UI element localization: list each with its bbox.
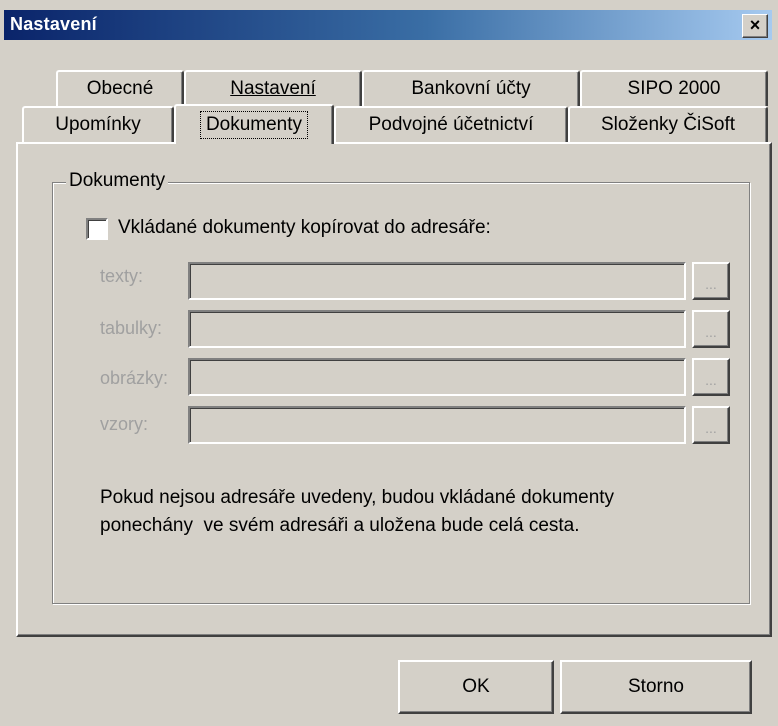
- ellipsis-icon: ...: [705, 372, 717, 388]
- title-bar: Nastavení ×: [4, 10, 772, 40]
- tab-upominky[interactable]: Upomínky: [22, 106, 174, 142]
- close-button[interactable]: ×: [742, 14, 768, 38]
- texts-folder-label: texty:: [100, 266, 144, 286]
- cancel-label: Storno: [628, 676, 684, 697]
- ok-button[interactable]: OK: [398, 660, 554, 714]
- tab-dokumenty[interactable]: Dokumenty: [174, 104, 334, 144]
- tab-label: Složenky ČiSoft: [600, 114, 736, 135]
- templates-folder-label: vzory:: [100, 414, 149, 434]
- images-folder-label: obrázky:: [100, 368, 169, 388]
- close-icon: ×: [749, 15, 761, 35]
- tab-label: Podvojné účetnictví: [368, 114, 534, 135]
- images-browse-button[interactable]: ...: [692, 358, 730, 396]
- tab-podvojne-ucetnictvi[interactable]: Podvojné účetnictví: [334, 106, 568, 142]
- templates-folder-input[interactable]: [188, 406, 686, 444]
- tab-slozenky-cisoft[interactable]: Složenky ČiSoft: [568, 106, 768, 142]
- tab-label: Nastavení: [230, 78, 316, 99]
- tab-nastaveni[interactable]: Nastavení: [184, 70, 362, 106]
- tables-browse-button[interactable]: ...: [692, 310, 730, 348]
- tab-sipo-2000[interactable]: SIPO 2000: [580, 70, 768, 106]
- tab-label: Bankovní účty: [411, 78, 531, 99]
- texts-folder-input[interactable]: [188, 262, 686, 300]
- tab-bankovni-ucty[interactable]: Bankovní účty: [362, 70, 580, 106]
- ellipsis-icon: ...: [705, 276, 717, 292]
- templates-browse-button[interactable]: ...: [692, 406, 730, 444]
- window-title: Nastavení: [10, 14, 97, 34]
- info-line: Pokud nejsou adresáře uvedeny, budou vkl…: [100, 487, 615, 508]
- tables-folder-input[interactable]: [188, 310, 686, 348]
- info-line: ponechány ve svém adresáři a uložena bud…: [100, 515, 580, 536]
- texts-browse-button[interactable]: ...: [692, 262, 730, 300]
- ellipsis-icon: ...: [705, 324, 717, 340]
- tab-obecne[interactable]: Obecné: [56, 70, 184, 106]
- groupbox-title: Dokumenty: [66, 170, 169, 192]
- info-text: Pokud nejsou adresáře uvedeny, budou vkl…: [100, 484, 720, 540]
- copy-documents-label[interactable]: Vkládané dokumenty kopírovat do adresáře…: [118, 217, 491, 239]
- tab-label: Obecné: [86, 78, 154, 99]
- tab-label: SIPO 2000: [627, 78, 721, 99]
- copy-documents-checkbox[interactable]: [86, 218, 108, 240]
- ok-label: OK: [462, 676, 490, 697]
- settings-dialog: Nastavení × Obecné Nastavení Bankovní úč…: [0, 0, 778, 726]
- tables-folder-label: tabulky:: [100, 318, 163, 338]
- cancel-button[interactable]: Storno: [560, 660, 752, 714]
- images-folder-input[interactable]: [188, 358, 686, 396]
- ellipsis-icon: ...: [705, 420, 717, 436]
- tab-label: Dokumenty: [199, 111, 309, 139]
- tab-label: Upomínky: [55, 114, 141, 135]
